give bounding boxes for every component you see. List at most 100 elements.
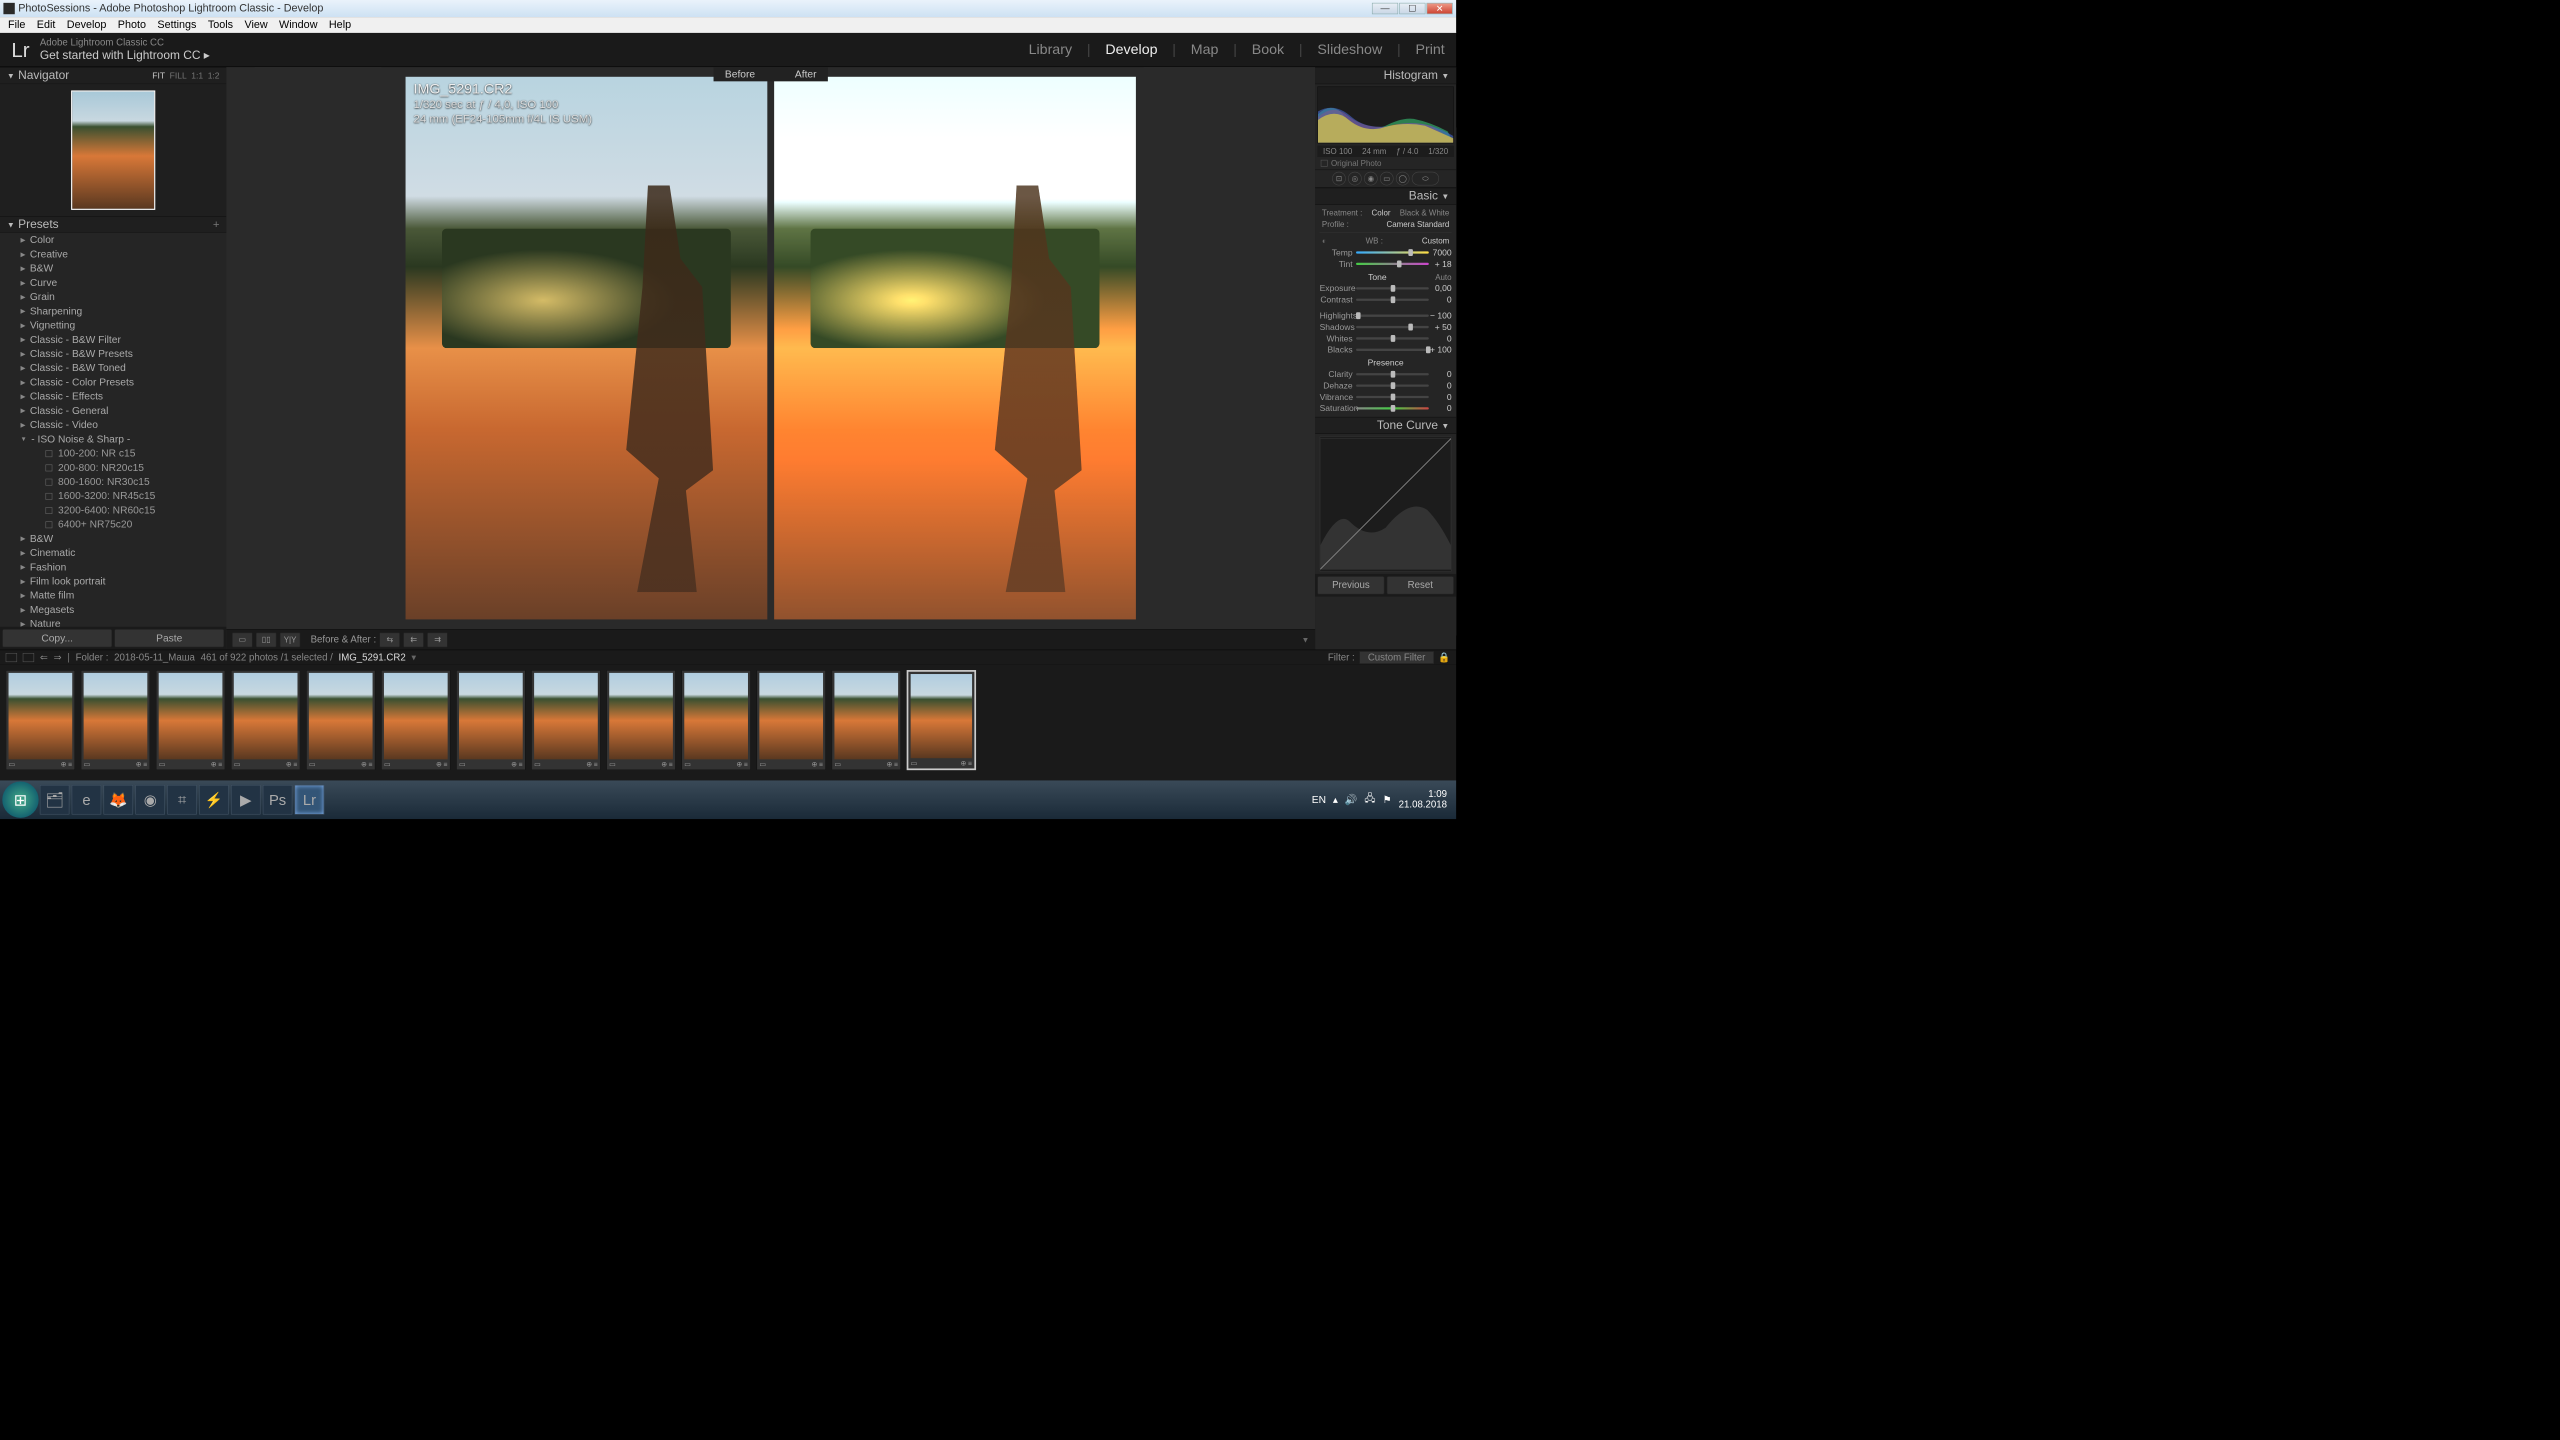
whites-slider[interactable] xyxy=(1356,337,1429,339)
preset-item[interactable]: 800-1600: NR30c15 xyxy=(0,475,226,489)
preset-group[interactable]: ▶Creative xyxy=(0,247,226,261)
preset-group[interactable]: ▶Color xyxy=(0,233,226,247)
preset-group[interactable]: ▶Cinematic xyxy=(0,546,226,560)
preset-group[interactable]: ▶Nature xyxy=(0,617,226,627)
filmstrip-thumbnail[interactable]: ▭⊕ ≡ xyxy=(606,670,675,770)
preset-group[interactable]: ▶Curve xyxy=(0,276,226,290)
preset-group[interactable]: ▶Classic - Color Presets xyxy=(0,375,226,389)
filmstrip-thumbnail[interactable]: ▭⊕ ≡ xyxy=(81,670,150,770)
preset-group[interactable]: ▶Classic - Effects xyxy=(0,390,226,404)
preset-group[interactable]: ▶Megasets xyxy=(0,603,226,617)
reset-button[interactable]: Reset xyxy=(1387,576,1454,594)
menu-help[interactable]: Help xyxy=(323,18,357,31)
menu-photo[interactable]: Photo xyxy=(112,18,152,31)
ba-copy-after-button[interactable]: ⇉ xyxy=(427,632,447,647)
brush-tool-button[interactable]: ⬭ xyxy=(1412,172,1439,186)
preset-group[interactable]: ▶Vignetting xyxy=(0,319,226,333)
tray-network-icon[interactable]: 🖧 xyxy=(1364,791,1375,808)
window-maximize-button[interactable]: ☐ xyxy=(1399,3,1425,14)
tray-volume-icon[interactable]: 🔊 xyxy=(1345,794,1358,806)
preset-item[interactable]: 200-800: NR20c15 xyxy=(0,461,226,475)
filter-select[interactable]: Custom Filter xyxy=(1359,651,1434,664)
tray-up-icon[interactable]: ▴ xyxy=(1333,794,1338,806)
window-close-button[interactable]: ✕ xyxy=(1427,3,1453,14)
secondary-display-button[interactable] xyxy=(6,653,17,662)
nav-mode-FIT[interactable]: FIT xyxy=(152,71,165,81)
navigator-preview[interactable] xyxy=(0,84,226,216)
menu-tools[interactable]: Tools xyxy=(202,18,239,31)
filmstrip-thumbnail[interactable]: ▭⊕ ≡ xyxy=(907,670,976,770)
original-photo-toggle[interactable]: Original Photo xyxy=(1315,157,1456,170)
previous-button[interactable]: Previous xyxy=(1317,576,1384,594)
preset-group[interactable]: ▶Classic - Video xyxy=(0,418,226,432)
filmstrip-thumbnail[interactable]: ▭⊕ ≡ xyxy=(6,670,75,770)
loupe-view-button[interactable]: ▭ xyxy=(232,632,252,647)
preset-group[interactable]: ▶Matte film xyxy=(0,589,226,603)
module-map[interactable]: Map xyxy=(1191,42,1219,58)
preset-item[interactable]: 1600-3200: NR45c15 xyxy=(0,489,226,503)
filmstrip-thumbnail[interactable]: ▭⊕ ≡ xyxy=(681,670,750,770)
preset-group[interactable]: ▶Classic - B&W Toned xyxy=(0,361,226,375)
navigator-header[interactable]: ▼ Navigator FITFILL1:11:2 xyxy=(0,67,226,84)
nav-mode-1-2[interactable]: 1:2 xyxy=(208,71,220,81)
auto-tone-button[interactable]: Auto xyxy=(1435,272,1451,281)
taskbar-app1[interactable]: ⌗ xyxy=(167,785,197,815)
start-button[interactable]: ⊞ xyxy=(2,782,38,818)
filmstrip-thumbnail[interactable]: ▭⊕ ≡ xyxy=(757,670,826,770)
identity-bottom[interactable]: Get started with Lightroom CC ▸ xyxy=(40,48,210,62)
shadows-slider[interactable] xyxy=(1356,326,1429,328)
filmstrip-thumbnail[interactable]: ▭⊕ ≡ xyxy=(832,670,901,770)
paste-button[interactable]: Paste xyxy=(114,629,224,647)
taskbar-lightroom[interactable]: Lr xyxy=(295,785,325,815)
nav-mode-1-1[interactable]: 1:1 xyxy=(191,71,203,81)
module-print[interactable]: Print xyxy=(1416,42,1445,58)
dehaze-slider[interactable] xyxy=(1356,385,1429,387)
treatment-color[interactable]: Color xyxy=(1372,208,1391,217)
taskbar-ie[interactable]: e xyxy=(72,785,102,815)
menu-window[interactable]: Window xyxy=(273,18,323,31)
forward-button[interactable]: ⇒ xyxy=(54,652,62,663)
preset-group[interactable]: ▶Grain xyxy=(0,290,226,304)
tint-slider[interactable] xyxy=(1356,263,1429,265)
filmstrip-thumbnail[interactable]: ▭⊕ ≡ xyxy=(531,670,600,770)
tray-clock[interactable]: 1:0921.08.2018 xyxy=(1399,789,1447,810)
profile-select[interactable]: Camera Standard xyxy=(1386,220,1449,229)
folder-name[interactable]: 2018-05-11_Маша xyxy=(114,652,195,663)
filmstrip-thumbnail[interactable]: ▭⊕ ≡ xyxy=(306,670,375,770)
presets-header[interactable]: ▼ Presets + xyxy=(0,216,226,233)
window-minimize-button[interactable]: — xyxy=(1372,3,1398,14)
clarity-slider[interactable] xyxy=(1356,373,1429,375)
taskbar-photoshop[interactable]: Ps xyxy=(263,785,293,815)
taskbar-explorer[interactable]: 🗂 xyxy=(40,785,70,815)
taskbar-chrome[interactable]: ◉ xyxy=(135,785,165,815)
ba-swap-button[interactable]: ⇆ xyxy=(380,632,400,647)
ba-copy-before-button[interactable]: ⇇ xyxy=(403,632,423,647)
contrast-slider[interactable] xyxy=(1356,299,1429,301)
basic-header[interactable]: Basic▼ xyxy=(1315,188,1456,205)
vibrance-slider[interactable] xyxy=(1356,396,1429,398)
taskbar-firefox[interactable]: 🦊 xyxy=(104,785,134,815)
filmstrip-thumbnail[interactable]: ▭⊕ ≡ xyxy=(456,670,525,770)
module-book[interactable]: Book xyxy=(1252,42,1284,58)
back-button[interactable]: ⇐ xyxy=(40,652,48,663)
nav-mode-FILL[interactable]: FILL xyxy=(170,71,187,81)
before-photo[interactable]: IMG_5291.CR2 1/320 sec at ƒ / 4,0, ISO 1… xyxy=(406,77,768,620)
tone-curve-header[interactable]: Tone Curve▼ xyxy=(1315,417,1456,434)
preset-item[interactable]: 6400+ NR75c20 xyxy=(0,518,226,532)
grad-filter-button[interactable]: ▭ xyxy=(1380,172,1394,186)
blacks-slider[interactable] xyxy=(1356,349,1429,351)
tone-curve[interactable] xyxy=(1320,436,1452,571)
taskbar-app3[interactable]: ▶ xyxy=(231,785,261,815)
histogram[interactable] xyxy=(1317,86,1454,143)
filter-lock-icon[interactable]: 🔒 xyxy=(1438,652,1450,663)
preset-group[interactable]: ▶Film look portrait xyxy=(0,574,226,588)
survey-view-button[interactable]: Y|Y xyxy=(280,632,300,647)
temp-slider[interactable] xyxy=(1356,251,1429,253)
copy-button[interactable]: Copy... xyxy=(2,629,112,647)
saturation-slider[interactable] xyxy=(1356,407,1429,409)
preset-group[interactable]: ▶B&W xyxy=(0,262,226,276)
menu-edit[interactable]: Edit xyxy=(31,18,61,31)
taskbar-app2[interactable]: ⚡ xyxy=(199,785,229,815)
menu-file[interactable]: File xyxy=(2,18,31,31)
compare-view-button[interactable]: ▯▯ xyxy=(256,632,276,647)
